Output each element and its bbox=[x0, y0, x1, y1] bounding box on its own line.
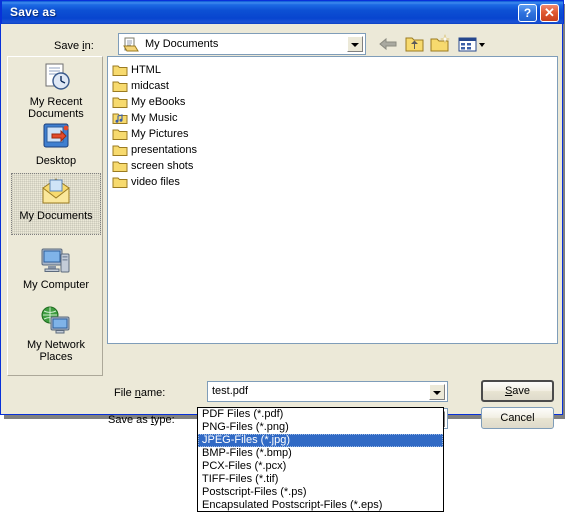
file-name-input[interactable]: test.pdf bbox=[207, 381, 448, 402]
folder-icon bbox=[112, 65, 128, 76]
sidebar-item-label-2: Places bbox=[39, 351, 73, 363]
close-button[interactable]: ✕ bbox=[540, 4, 559, 22]
dropdown-option-selected[interactable]: JPEG-Files (*.jpg) bbox=[198, 434, 443, 447]
sidebar-item-label: My Network bbox=[26, 339, 86, 351]
save-in-dropdown-arrow[interactable] bbox=[347, 36, 363, 52]
sidebar-item-my-computer[interactable]: My Computer bbox=[11, 243, 101, 293]
window-title: Save as bbox=[10, 5, 57, 19]
list-item-label: midcast bbox=[131, 80, 169, 92]
save-as-type-label: Save as type: bbox=[108, 414, 175, 426]
my-documents-icon bbox=[42, 178, 70, 204]
screen: Save as ? ✕ Save in: My Documents My Rec… bbox=[0, 0, 565, 512]
places-bar: My Recent Documents Desktop My Documents… bbox=[7, 56, 103, 376]
list-item-label: HTML bbox=[131, 64, 161, 76]
dropdown-option[interactable]: PDF Files (*.pdf) bbox=[198, 408, 443, 421]
network-places-icon bbox=[41, 306, 70, 334]
folder-icon bbox=[112, 81, 128, 92]
folder-icon bbox=[112, 97, 128, 108]
list-item-label: presentations bbox=[131, 144, 198, 156]
dropdown-option[interactable]: PCX-Files (*.pcx) bbox=[198, 460, 443, 473]
back-arrow-icon bbox=[379, 37, 397, 51]
dialog-body: Save in: My Documents My Recent Document… bbox=[4, 24, 561, 429]
list-item-label: My Pictures bbox=[131, 128, 189, 140]
save-in-label-pre: Save bbox=[54, 40, 83, 52]
file-list[interactable]: HTML midcast My eBooks My Music My Pictu… bbox=[107, 56, 558, 344]
new-folder-button[interactable] bbox=[429, 33, 452, 55]
folder-icon bbox=[112, 177, 128, 188]
close-icon: ✕ bbox=[544, 5, 555, 20]
question-mark-icon: ? bbox=[523, 6, 532, 20]
folder-icon bbox=[112, 161, 128, 172]
back-button[interactable] bbox=[377, 33, 400, 55]
save-in-row: Save in: My Documents bbox=[4, 30, 561, 55]
dropdown-option[interactable]: PNG-Files (*.png) bbox=[198, 421, 443, 434]
music-folder-icon bbox=[112, 113, 128, 124]
save-in-value: My Documents bbox=[145, 38, 219, 50]
sidebar-item-my-documents[interactable]: My Documents bbox=[11, 173, 101, 235]
save-as-dialog: Save as ? ✕ Save in: My Documents My Rec… bbox=[0, 0, 564, 429]
views-icon bbox=[458, 37, 485, 52]
sidebar-item-label: My Recent bbox=[29, 96, 83, 108]
dropdown-option[interactable]: TIFF-Files (*.tif) bbox=[198, 473, 443, 486]
list-item-label: video files bbox=[131, 176, 180, 188]
folder-icon bbox=[112, 129, 128, 140]
save-in-combobox[interactable]: My Documents bbox=[118, 33, 366, 55]
save-in-label-post: n: bbox=[84, 40, 94, 52]
sidebar-item-my-recent-documents[interactable]: My Recent Documents bbox=[11, 60, 101, 122]
my-computer-icon bbox=[41, 248, 70, 273]
file-name-label-pre: File bbox=[114, 387, 135, 399]
file-name-label-post: ame: bbox=[140, 387, 166, 399]
save-in-label: Save in: bbox=[54, 40, 94, 52]
sidebar-item-label: My Documents bbox=[19, 210, 93, 222]
dropdown-option[interactable]: BMP-Files (*.bmp) bbox=[198, 447, 443, 460]
views-button[interactable] bbox=[456, 33, 486, 55]
title-bar[interactable]: Save as ? ✕ bbox=[1, 0, 564, 24]
sidebar-item-label: Desktop bbox=[35, 155, 77, 167]
sidebar-item-my-network-places[interactable]: My Network Places bbox=[11, 303, 101, 365]
cancel-button[interactable]: Cancel bbox=[481, 407, 554, 429]
save-as-type-label-pre: Save as bbox=[108, 414, 151, 426]
list-item-label: My Music bbox=[131, 112, 178, 124]
file-name-label: File name: bbox=[114, 387, 165, 399]
dropdown-option[interactable]: Postscript-Files (*.ps) bbox=[198, 486, 443, 499]
sidebar-item-label: My Computer bbox=[22, 279, 90, 291]
recent-documents-icon bbox=[45, 63, 70, 90]
new-folder-icon bbox=[430, 34, 450, 52]
save-as-type-dropdown-list[interactable]: PDF Files (*.pdf) PNG-Files (*.png) JPEG… bbox=[197, 407, 444, 512]
up-folder-icon bbox=[405, 37, 424, 52]
save-as-type-label-post: ype: bbox=[153, 414, 175, 426]
desktop-icon bbox=[43, 123, 69, 148]
my-documents-small-icon bbox=[123, 37, 139, 52]
sidebar-item-desktop[interactable]: Desktop bbox=[11, 119, 101, 169]
list-item-label: My eBooks bbox=[131, 96, 186, 108]
list-item-label: screen shots bbox=[131, 160, 194, 172]
save-button[interactable]: Save bbox=[481, 380, 554, 402]
folder-icon bbox=[112, 145, 128, 156]
up-one-level-button[interactable] bbox=[403, 33, 426, 55]
save-button-post: ave bbox=[512, 385, 531, 397]
file-name-dropdown-arrow[interactable] bbox=[429, 384, 445, 400]
dropdown-option[interactable]: Encapsulated Postscript-Files (*.eps) bbox=[198, 499, 443, 511]
help-button[interactable]: ? bbox=[518, 4, 537, 22]
file-name-value: test.pdf bbox=[212, 385, 249, 397]
